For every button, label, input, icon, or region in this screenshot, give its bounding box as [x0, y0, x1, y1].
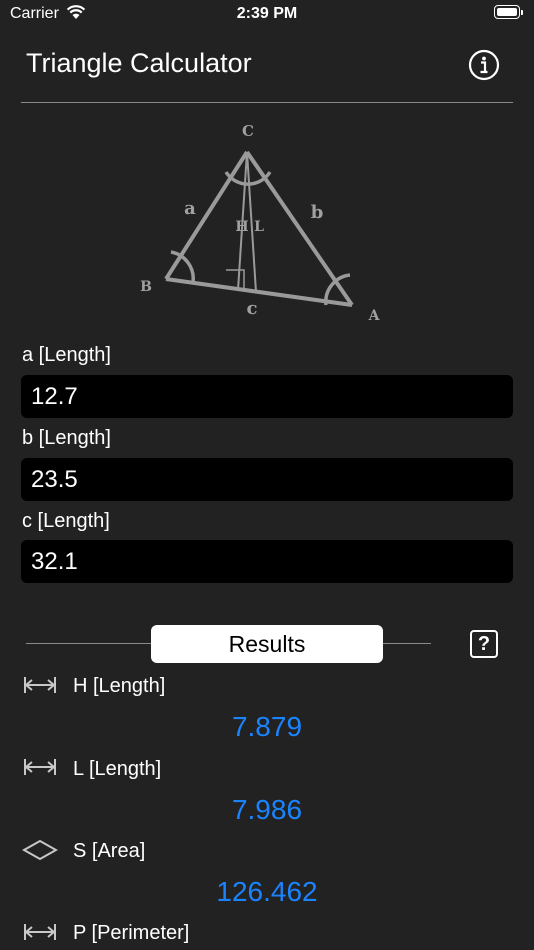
- battery-icon: [494, 5, 524, 21]
- header-divider: [21, 102, 513, 103]
- results-divider-left: [26, 643, 151, 644]
- side-a-input[interactable]: [21, 375, 513, 418]
- side-c-input[interactable]: [21, 540, 513, 583]
- result-l-value: 7.986: [231, 794, 303, 825]
- length-l-label: L: [254, 219, 264, 235]
- height-h-label: H: [235, 219, 248, 235]
- side-c-label: c: [247, 298, 258, 319]
- vertex-b-label: B: [140, 279, 152, 295]
- result-l-label: L [Length]: [73, 758, 162, 780]
- status-time: 2:39 PM: [236, 5, 298, 22]
- help-button[interactable]: ?: [470, 630, 498, 658]
- result-p-label: P [Perimeter]: [73, 922, 190, 944]
- status-bar: Carrier 2:39 PM: [0, 0, 534, 30]
- results-tab[interactable]: Results: [151, 625, 383, 663]
- side-b-field-label: b [Length]: [22, 427, 111, 449]
- result-s-value: 126.462: [216, 876, 318, 907]
- side-a-field-label: a [Length]: [22, 344, 111, 366]
- side-b-input[interactable]: [21, 458, 513, 501]
- result-s-label: S [Area]: [73, 840, 146, 862]
- length-arrows-icon: [24, 924, 56, 940]
- triangle-diagram: C B A a b c H L: [140, 122, 381, 324]
- length-arrows-icon: [24, 759, 56, 775]
- result-h-value: 7.879: [231, 711, 303, 742]
- side-c-field-label: c [Length]: [22, 510, 110, 532]
- side-a-label: a: [184, 198, 196, 219]
- vertex-a-label: A: [368, 308, 381, 324]
- length-arrows-icon: [24, 677, 56, 693]
- result-h-label: H [Length]: [73, 675, 166, 697]
- page-title: Triangle Calculator: [26, 48, 252, 78]
- side-b-label: b: [311, 202, 324, 223]
- results-divider-right: [383, 643, 431, 644]
- vertex-c-label: C: [242, 122, 254, 140]
- area-rhombus-icon: [22, 839, 58, 861]
- info-icon[interactable]: [468, 49, 500, 81]
